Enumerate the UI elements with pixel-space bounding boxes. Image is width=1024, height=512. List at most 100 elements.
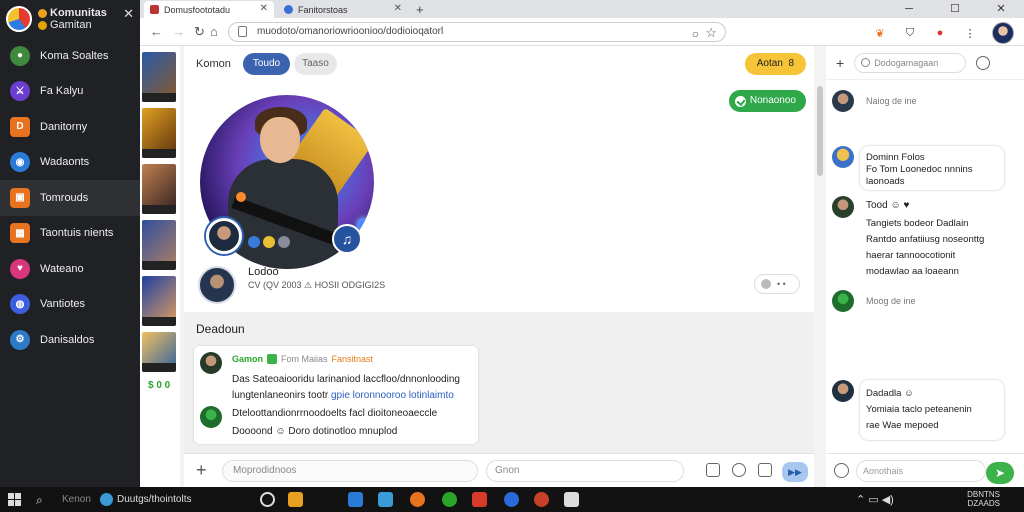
avatar[interactable] xyxy=(206,218,242,254)
xbox-icon[interactable] xyxy=(442,492,457,507)
sidebar-item-7[interactable]: ◍ Vantiotes xyxy=(0,287,140,323)
attachment-icon[interactable] xyxy=(758,463,772,477)
window-controls: ─ ☐ ✕ xyxy=(886,0,1024,18)
back-icon[interactable]: ← xyxy=(150,24,163,39)
star-icon xyxy=(38,20,47,30)
folder-icon[interactable] xyxy=(288,492,303,507)
browser-tools: ❦ ⛉ ● ⋮ xyxy=(872,22,1014,44)
game-thumbnail[interactable] xyxy=(142,108,176,158)
bookmark-star-icon[interactable]: ☆ xyxy=(705,24,717,42)
toggle-icon xyxy=(761,279,771,289)
close-tab-icon[interactable]: ✕ xyxy=(394,3,402,14)
comment-author[interactable]: Gamon xyxy=(232,354,263,364)
browser-icon[interactable] xyxy=(534,492,549,507)
send-button[interactable]: ➤ xyxy=(986,462,1014,484)
sidebar-item-4[interactable]: ▣ Tomrouds xyxy=(0,180,140,216)
shield-icon[interactable] xyxy=(732,463,746,477)
menu-icon[interactable]: ⋮ xyxy=(962,25,978,41)
avatar[interactable] xyxy=(200,406,222,428)
avatar[interactable] xyxy=(832,196,854,218)
chat-timestamp: Moog de ine xyxy=(866,296,916,306)
sidebar-item-6[interactable]: ♥ Wateano xyxy=(0,251,140,287)
avatar[interactable] xyxy=(832,146,854,168)
scrollbar-thumb[interactable] xyxy=(817,86,823,176)
game-thumbnail[interactable] xyxy=(142,332,176,372)
shield-icon[interactable]: ⛉ xyxy=(902,25,918,41)
chat-icon[interactable] xyxy=(504,492,519,507)
browser-tab-1[interactable]: Fanitorstoas ✕ xyxy=(278,1,408,18)
media-icon[interactable] xyxy=(472,492,487,507)
close-icon[interactable]: ✕ xyxy=(123,6,134,22)
main-content: Komon Toudo Taaso Aotan 8 Nonaonoo ♫ Lod… xyxy=(184,46,814,487)
clock-icon[interactable] xyxy=(976,55,991,70)
game-thumbnail[interactable] xyxy=(142,52,176,102)
comment-text: lungtenlaneonirs tootr gpie loronnooroo … xyxy=(232,390,454,401)
clock-display: DBNTNS DZAADS xyxy=(967,490,1000,508)
scrollbar[interactable] xyxy=(816,46,824,487)
sidebar-item-0[interactable]: ● Koma Soaltes xyxy=(0,38,140,74)
minimize-icon[interactable]: ─ xyxy=(886,0,932,18)
tray-icons[interactable]: ⌃ ▭ ◀) xyxy=(856,493,894,506)
chat-bubble: Dadadla ☺ Yomiaia taclo peteanenin rae W… xyxy=(860,380,1004,440)
maximize-icon[interactable]: ☐ xyxy=(932,0,978,18)
url-bar[interactable]: muodoto/omanoriowrioonioo/dodioioqatorl … xyxy=(228,22,726,42)
action-button[interactable]: Aotan 8 xyxy=(744,53,806,75)
game-thumbnail[interactable] xyxy=(142,276,176,326)
cortana-icon[interactable] xyxy=(260,492,275,507)
more-icon: • • xyxy=(777,279,786,289)
filter-button-active[interactable]: Toudo xyxy=(242,53,291,75)
notification-icon[interactable]: ● xyxy=(932,25,948,41)
edge-icon[interactable] xyxy=(378,492,393,507)
chat-text: Rantdo anfatiiusg noseonttg xyxy=(866,234,985,245)
search-icon[interactable]: ⌕ xyxy=(36,493,43,508)
game-icon[interactable] xyxy=(410,492,425,507)
reload-icon[interactable]: ↻ xyxy=(194,24,205,40)
avatar[interactable] xyxy=(832,290,854,312)
sidebar-item-2[interactable]: D Danitorny xyxy=(0,109,140,145)
avatar[interactable] xyxy=(832,380,854,402)
extension-icon[interactable]: ❦ xyxy=(872,25,888,41)
sidebar-item-3[interactable]: ◉ Wadaonts xyxy=(0,145,140,181)
sidebar-item-8[interactable]: ⚙ Danisaldos xyxy=(0,322,140,358)
image-icon[interactable] xyxy=(706,463,720,477)
send-button[interactable]: ▶▶ xyxy=(782,462,808,482)
sidebar-item-1[interactable]: ⚔ Fa Kalyu xyxy=(0,74,140,110)
start-button[interactable] xyxy=(8,493,21,506)
avatar[interactable] xyxy=(200,352,222,374)
game-thumbnail[interactable] xyxy=(142,220,176,270)
browser-tab-0[interactable]: Domusfoototadu ✕ xyxy=(144,1,274,18)
avatar[interactable] xyxy=(832,90,854,112)
music-icon[interactable]: ♫ xyxy=(332,224,362,254)
status-button[interactable]: Nonaonoo xyxy=(728,90,806,112)
comment-text: Doooond ☺ Doro dotinotloo mnuplod xyxy=(232,426,398,437)
close-window-icon[interactable]: ✕ xyxy=(978,0,1024,18)
new-tab-icon[interactable]: + xyxy=(416,1,424,18)
taskbar-search-label[interactable]: Kenon xyxy=(62,494,91,505)
app-sidebar: Komunitas Gamitan ✕ ● Koma Soaltes ⚔ Fa Ka… xyxy=(0,0,140,487)
comment-link[interactable]: gpie loronnooroo lotinlaimto xyxy=(331,390,454,401)
app-icon[interactable] xyxy=(564,492,579,507)
chat-search-input[interactable]: Dodogamagaan xyxy=(854,52,967,73)
home-icon[interactable]: ⌂ xyxy=(210,24,218,39)
close-tab-icon[interactable]: ✕ xyxy=(260,3,268,14)
circle-icon[interactable]: ○ xyxy=(692,25,699,43)
check-icon xyxy=(734,95,746,107)
forward-icon[interactable]: → xyxy=(172,24,185,39)
comment-input[interactable]: Moprodidnoos xyxy=(222,460,478,482)
profile-menu[interactable]: • • xyxy=(754,274,800,294)
chat-input[interactable]: Aonothais xyxy=(856,460,986,482)
avatar-icon: ● xyxy=(10,45,30,66)
sidebar-item-5[interactable]: ▦ Taontuis nients xyxy=(0,216,140,252)
avatar[interactable] xyxy=(198,266,236,304)
clock-icon[interactable] xyxy=(834,463,849,478)
gear-icon: ⚙ xyxy=(10,329,30,350)
filter-button[interactable]: Taaso xyxy=(294,53,337,75)
store-icon[interactable] xyxy=(348,492,363,507)
search-input[interactable]: Gnon xyxy=(486,460,684,482)
avatar[interactable] xyxy=(992,22,1014,44)
section-title: Deadoun xyxy=(196,322,245,336)
add-icon[interactable]: + xyxy=(836,55,844,71)
taskbar-running-app[interactable]: Duutgs/thointolts xyxy=(100,491,240,508)
add-icon[interactable]: + xyxy=(196,460,207,481)
game-thumbnail[interactable] xyxy=(142,164,176,214)
